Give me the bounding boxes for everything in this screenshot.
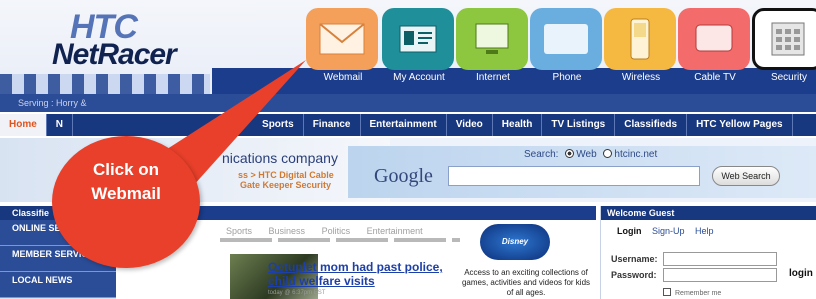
callout-line-2: Webmail bbox=[91, 184, 161, 203]
callout-text: Click on Webmail bbox=[52, 158, 200, 206]
callout-line-1: Click on bbox=[92, 160, 160, 179]
